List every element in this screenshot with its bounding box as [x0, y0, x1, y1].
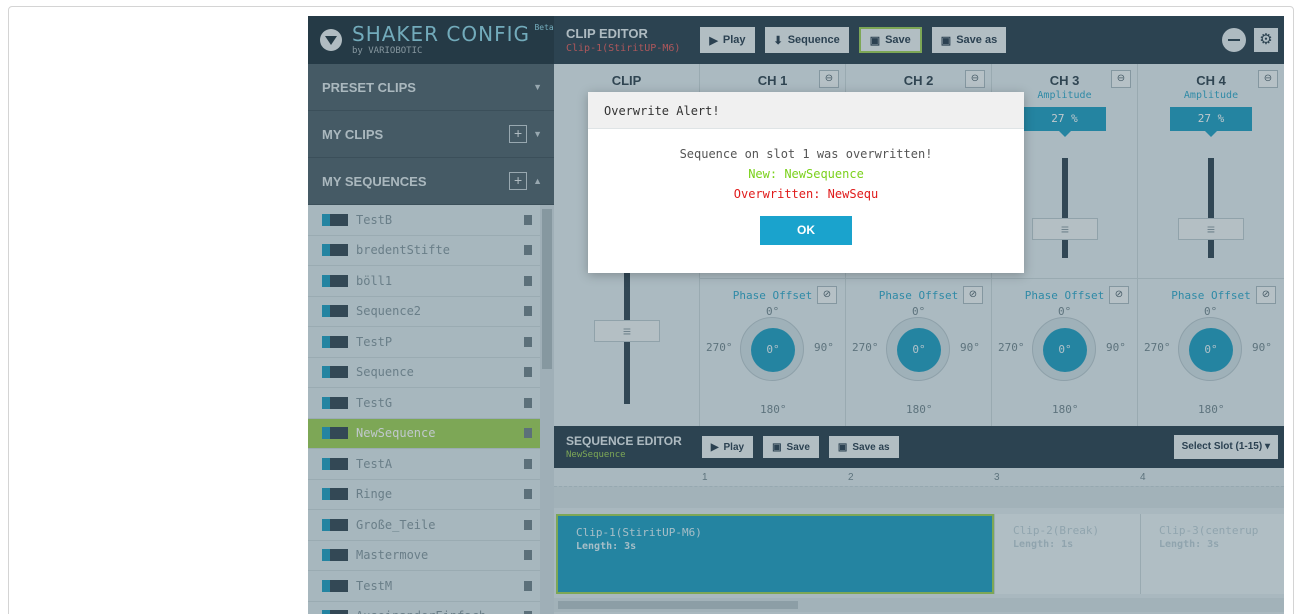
- dialog-title: Overwrite Alert!: [588, 92, 1024, 129]
- ok-button[interactable]: OK: [760, 216, 852, 245]
- dialog-message: Sequence on slot 1 was overwritten!: [679, 147, 933, 161]
- dialog-overwritten-line: Overwritten: NewSequ: [733, 187, 879, 201]
- overwrite-alert-dialog: Overwrite Alert! Sequence on slot 1 was …: [588, 92, 1024, 273]
- dialog-new-line: New: NewSequence: [748, 167, 864, 181]
